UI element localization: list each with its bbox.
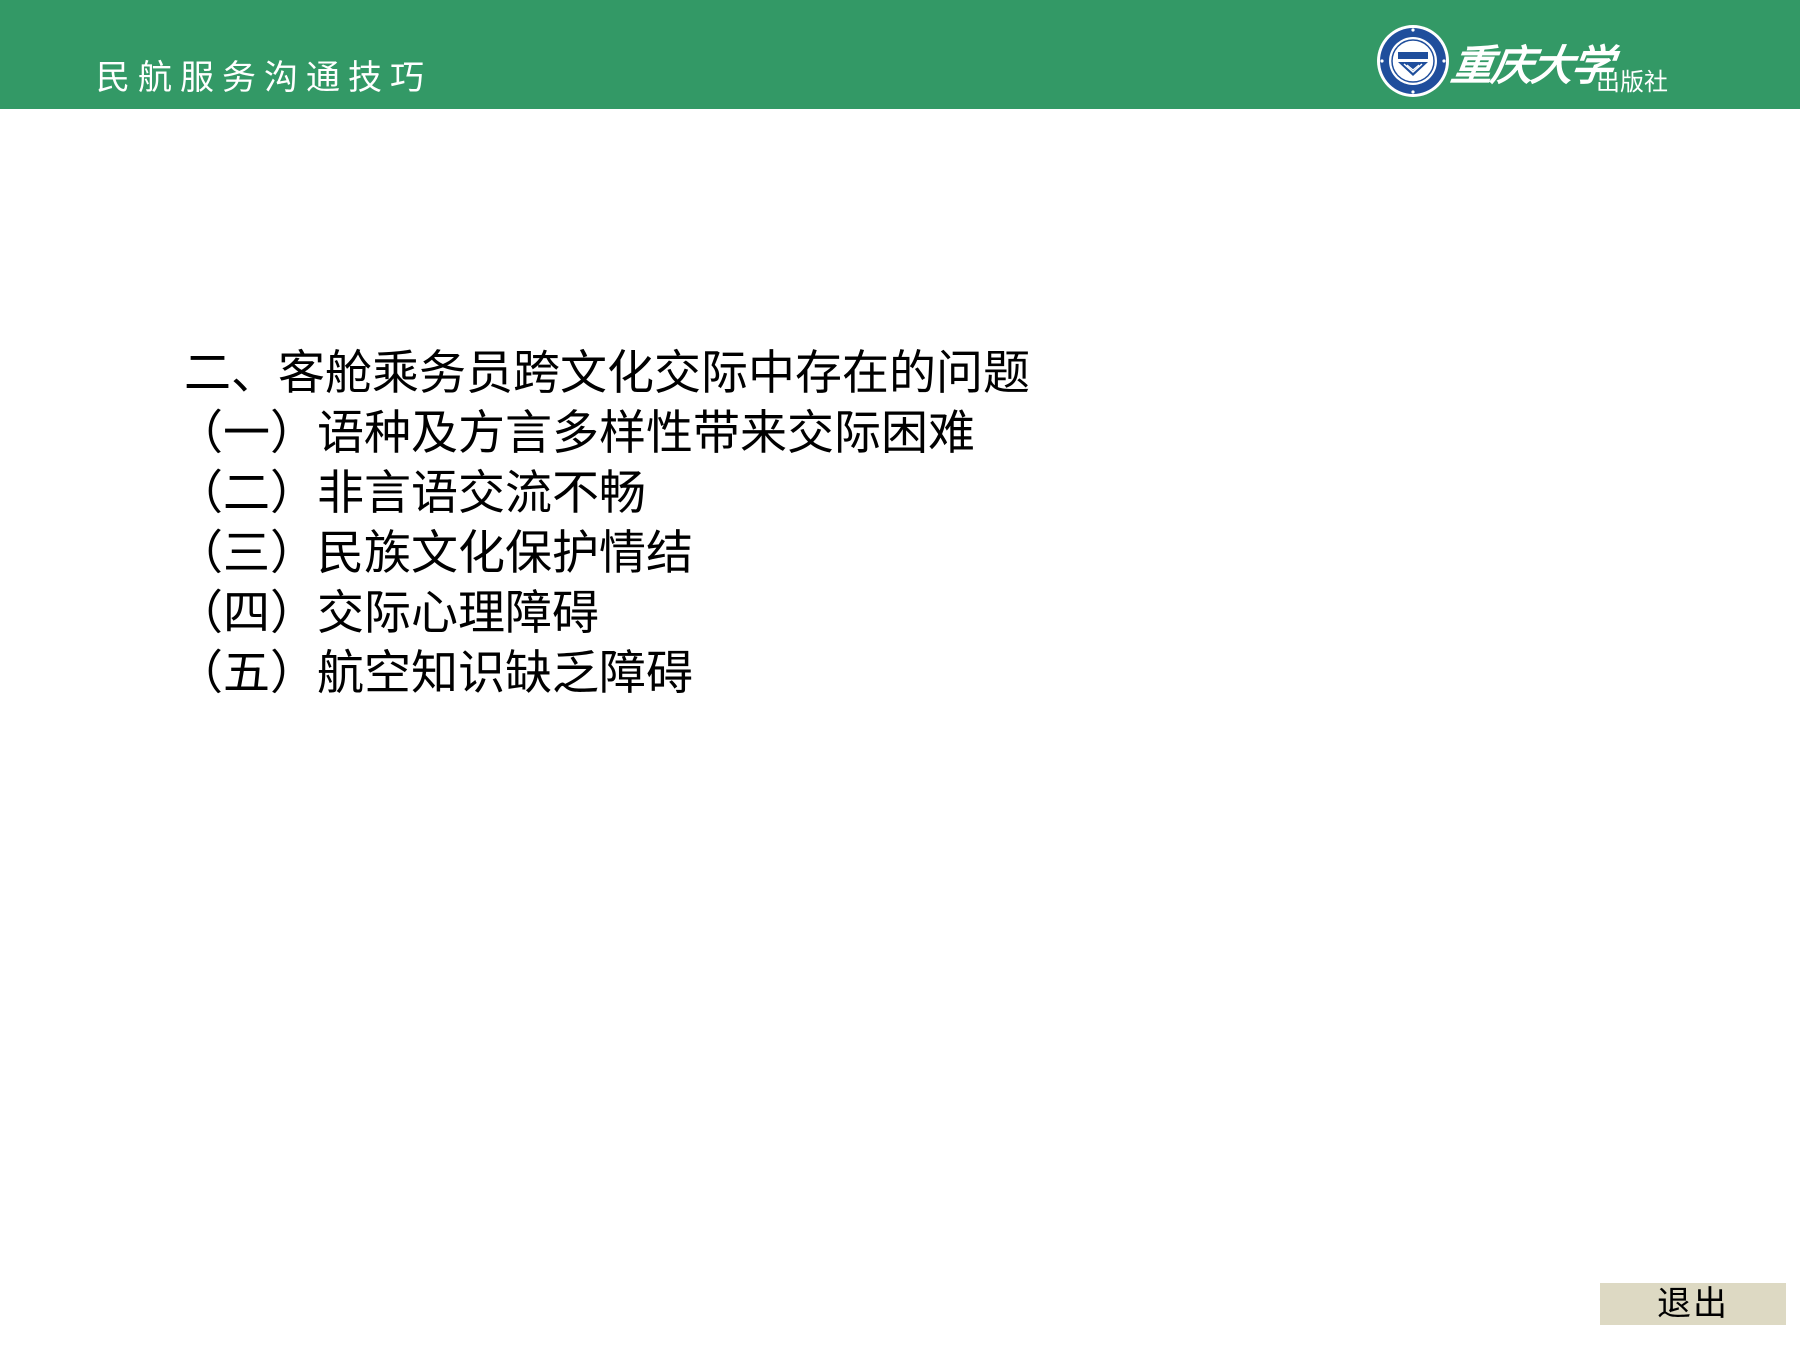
list-item: （三）民族文化保护情结 [176, 526, 693, 581]
university-name: 重庆大学 [1448, 41, 1616, 90]
slide-content: 二、客舱乘务员跨文化交际中存在的问题 （一）语种及方言多样性带来交际困难 （二）… [176, 344, 1030, 704]
list-item: （一）语种及方言多样性带来交际困难 [176, 406, 975, 461]
section-heading: 二、客舱乘务员跨文化交际中存在的问题 [184, 346, 1030, 401]
university-emblem-icon [1377, 25, 1449, 97]
list-item: （五）航空知识缺乏障碍 [176, 646, 693, 701]
problem-list: （一）语种及方言多样性带来交际困难 （二）非言语交流不畅 （三）民族文化保护情结… [176, 404, 1030, 704]
course-title: 民航服务沟通技巧 [96, 58, 432, 98]
header-bar: 民航服务沟通技巧 重庆大学 出版社 [0, 0, 1800, 109]
exit-button[interactable]: 退出 [1600, 1283, 1786, 1325]
list-item: （四）交际心理障碍 [176, 586, 599, 641]
publisher-suffix: 出版社 [1596, 68, 1668, 96]
list-item: （二）非言语交流不畅 [176, 466, 646, 521]
